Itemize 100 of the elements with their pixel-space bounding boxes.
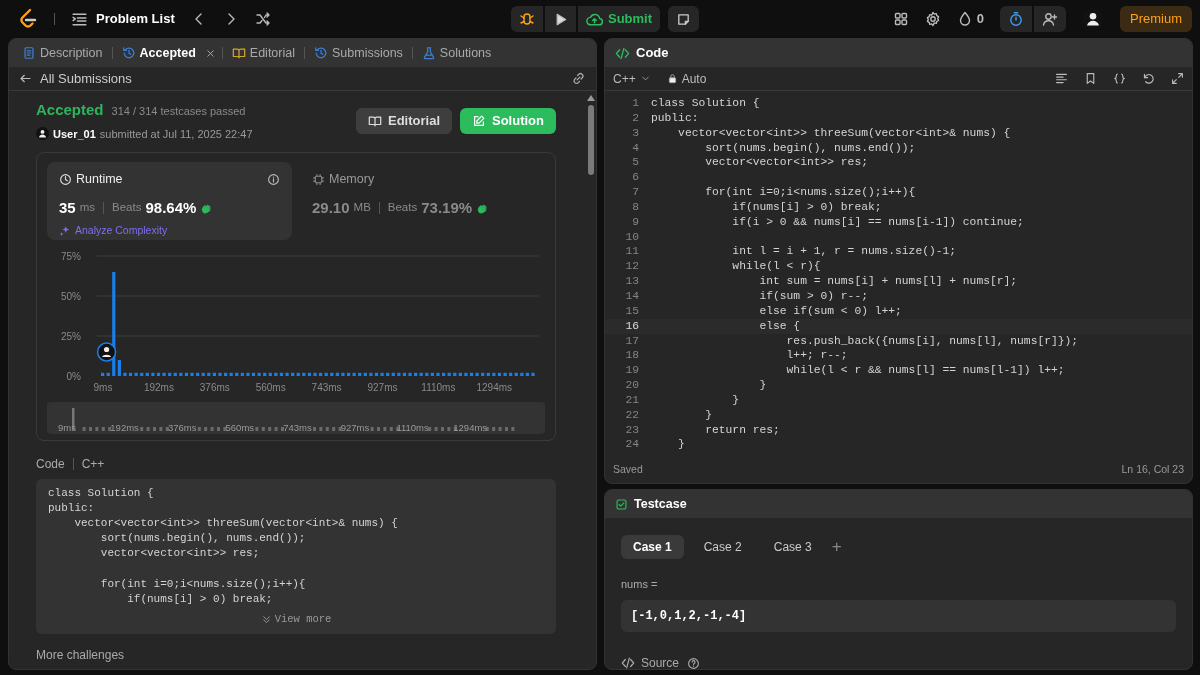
- line-number: 13: [624, 274, 639, 289]
- panel-title: Testcase: [634, 495, 687, 513]
- panel-tab[interactable]: Accepted: [118, 43, 199, 63]
- note-icon: [676, 11, 692, 27]
- code-line: if(sum > 0) r--;: [758, 288, 868, 304]
- metric-label: Memory: [329, 171, 375, 188]
- line-number: 4: [631, 140, 639, 156]
- metric-card[interactable]: Memory 29.10 MB Beats 73.19%: [300, 162, 545, 240]
- all-submissions-link[interactable]: All Submissions: [40, 68, 132, 89]
- run-button[interactable]: [544, 6, 576, 32]
- range-label: 192ms: [110, 422, 139, 433]
- axis-label: 743ms: [311, 382, 342, 393]
- layout-icon[interactable]: [892, 11, 909, 27]
- parameter-label: nums =: [621, 576, 659, 592]
- line-number: 23: [624, 422, 639, 438]
- section-heading: More challenges: [36, 646, 126, 664]
- case-tab[interactable]: Case 3: [761, 534, 824, 559]
- case-tab[interactable]: Case 2: [691, 534, 754, 559]
- list-icon[interactable]: [71, 10, 88, 28]
- testcase-count: 314 / 314 testcases passed: [111, 104, 246, 119]
- code-line: vector<vector<int>> threeSum(vector<int>& nums) {: [677, 125, 1011, 141]
- line-number: 24: [624, 437, 639, 453]
- code-line: if(nums[i] > 0) break;: [731, 199, 882, 215]
- code-line: }: [677, 437, 685, 453]
- submission-time: submitted at Jul 11, 2025 22:47: [99, 126, 253, 142]
- line-number: 15: [624, 303, 639, 319]
- code-line: vector<vector<int>> threeSum(vector<int>& nums) {: [73, 516, 399, 532]
- line-number: 20: [624, 378, 639, 393]
- close-icon[interactable]: [204, 47, 216, 59]
- axis-label: 192ms: [143, 382, 174, 393]
- line-number: 9: [631, 214, 639, 230]
- editorial-button[interactable]: Editorial: [356, 107, 452, 134]
- doc-icon: [22, 46, 36, 60]
- axis-label: 50%: [61, 290, 81, 302]
- code-line: }: [704, 407, 712, 423]
- metric-value: 35: [59, 197, 76, 218]
- back-arrow-icon[interactable]: [19, 72, 32, 85]
- debug-button[interactable]: [510, 6, 543, 32]
- panel-tab[interactable]: Editorial: [228, 43, 298, 63]
- section-label: Code: [36, 456, 65, 473]
- link-icon[interactable]: [571, 71, 586, 86]
- notes-button[interactable]: [668, 6, 700, 32]
- code-line: public:: [650, 110, 699, 126]
- bar: [531, 372, 535, 376]
- line-number: 21: [624, 392, 639, 408]
- expand-icon[interactable]: [1171, 72, 1184, 85]
- timer-icon: [1008, 11, 1024, 27]
- input-value-field[interactable]: [-1,0,1,2,-1,-4]: [621, 600, 1176, 632]
- line-number: 3: [631, 125, 639, 141]
- range-label: 927ms: [340, 422, 370, 433]
- line-number: 19: [624, 363, 639, 379]
- metric-card[interactable]: Runtime 35 ms Beats 98.64% Analyze Complexity: [47, 162, 292, 240]
- line-number: 8: [631, 199, 639, 215]
- help-icon[interactable]: [687, 656, 701, 669]
- code-line: class Solution {: [48, 486, 155, 501]
- beats-percent: 98.64%: [145, 197, 197, 218]
- code-line: vector<vector<int>> res;: [99, 546, 261, 562]
- code-line: else {: [758, 318, 801, 334]
- panel-tab[interactable]: Submissions: [311, 43, 406, 63]
- timer-button[interactable]: [1000, 6, 1032, 32]
- bookmark-icon[interactable]: [1084, 72, 1097, 85]
- line-number: 6: [631, 170, 639, 186]
- shuffle-icon[interactable]: [254, 11, 271, 27]
- undo-icon[interactable]: [1142, 72, 1155, 85]
- premium-button[interactable]: Premium: [1120, 6, 1192, 32]
- source-button[interactable]: Source: [621, 654, 680, 669]
- add-user-icon: [1042, 11, 1058, 27]
- line-number: 16: [624, 318, 639, 334]
- settings-icon[interactable]: [924, 11, 941, 27]
- panel-title: Code: [636, 44, 669, 63]
- case-tab[interactable]: Case 1: [621, 534, 684, 559]
- info-icon[interactable]: [267, 172, 280, 186]
- sparkle-icon: [59, 225, 71, 238]
- beats-percent: 73.19%: [421, 197, 473, 218]
- username[interactable]: User_01: [53, 125, 96, 142]
- code-line: int sum = nums[i] + nums[l] + nums[r];: [758, 274, 1018, 289]
- problem-list-link[interactable]: Problem List: [96, 9, 175, 29]
- line-number: 17: [624, 333, 639, 349]
- submit-button[interactable]: Submit: [577, 6, 661, 32]
- panel-tab[interactable]: Solutions: [418, 43, 495, 63]
- logo-icon[interactable]: [18, 8, 38, 30]
- metric-unit: ms: [79, 200, 96, 216]
- clock-icon: [59, 172, 72, 186]
- line-number: 1: [631, 96, 639, 111]
- save-status: Saved: [613, 462, 643, 478]
- cursor-position: Ln 16, Col 23: [1121, 462, 1184, 478]
- language-dropdown[interactable]: C++: [613, 69, 651, 88]
- axis-label: 1294ms: [476, 382, 513, 393]
- code-line: sort(nums.begin(), nums.end());: [99, 531, 307, 547]
- view-more-button[interactable]: View more: [254, 610, 338, 629]
- code-line: res.push_back({nums[i], nums[l], nums[r]});: [785, 333, 1079, 349]
- add-user-button[interactable]: [1034, 6, 1066, 32]
- braces-icon[interactable]: [1113, 72, 1126, 85]
- add-case-button[interactable]: +: [831, 534, 842, 560]
- scroll-up-icon[interactable]: [586, 95, 595, 101]
- axis-label: 560ms: [255, 382, 286, 393]
- panel-tab[interactable]: Description: [19, 43, 106, 63]
- metric-unit: MB: [353, 200, 371, 216]
- format-icon[interactable]: [1055, 72, 1068, 85]
- axis-label: 9ms: [93, 382, 113, 393]
